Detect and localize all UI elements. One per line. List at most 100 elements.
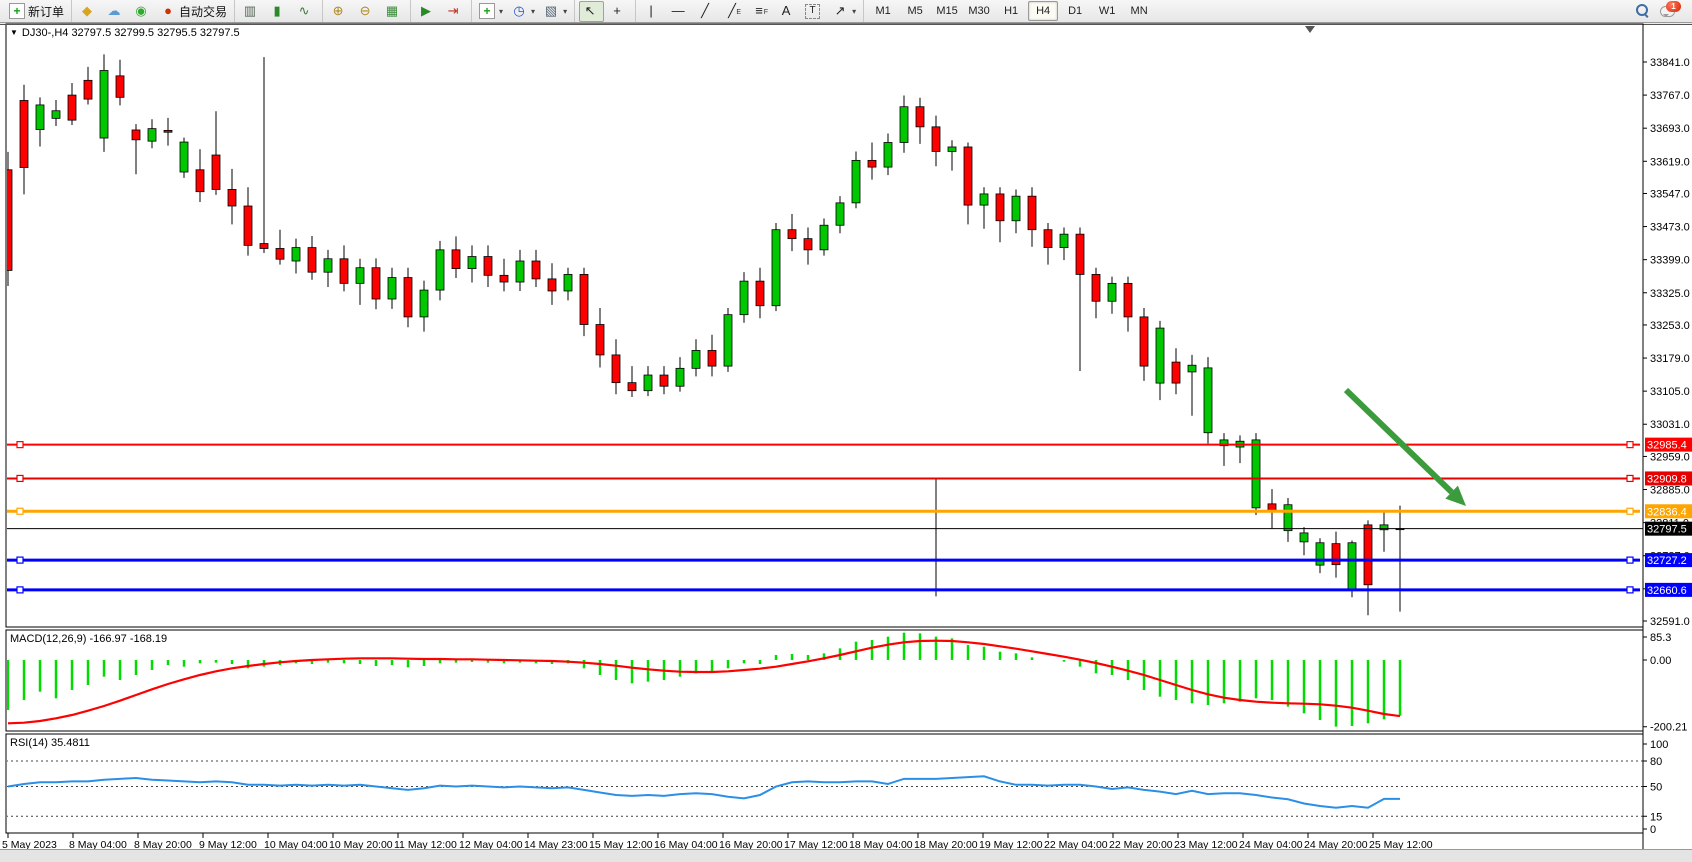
- auto-trading-button[interactable]: ●自动交易: [157, 1, 230, 22]
- chat-icon[interactable]: 1: [1660, 3, 1678, 19]
- candle-body: [68, 95, 76, 120]
- bar-chart-mode-button[interactable]: ▥: [239, 1, 264, 22]
- cursor-button[interactable]: ↖: [579, 1, 604, 22]
- candle-body: [212, 155, 220, 189]
- chart-window-bg: [0, 24, 1692, 849]
- toolbar-group: ▥▮∿: [234, 0, 322, 22]
- candle-body: [788, 230, 796, 239]
- search-icon[interactable]: [1636, 4, 1650, 18]
- candle-body: [132, 130, 140, 140]
- cursor-icon: ↖: [582, 3, 598, 19]
- candle-body: [628, 383, 636, 391]
- candle-body: [1044, 230, 1052, 248]
- candle-body: [308, 248, 316, 273]
- candle-body: [1252, 440, 1260, 508]
- charts-cloud-button[interactable]: ☁: [103, 1, 128, 22]
- candle-body: [964, 147, 972, 205]
- candle-body: [724, 315, 732, 366]
- timeframe-h1-button[interactable]: H1: [996, 1, 1026, 21]
- candle-body: [180, 142, 188, 172]
- candle-body: [116, 76, 124, 97]
- candle-body: [692, 350, 700, 368]
- periods-button[interactable]: ◷▾: [508, 1, 538, 22]
- text-tool-button[interactable]: A: [775, 1, 800, 22]
- candle-body: [1092, 274, 1100, 301]
- candle-body: [1076, 234, 1084, 274]
- quotes-button[interactable]: ◆: [76, 1, 101, 22]
- candle-body: [580, 274, 588, 324]
- cloud-icon: ☁: [106, 3, 122, 19]
- candle-body: [340, 259, 348, 284]
- zoom-out-button[interactable]: ⊖: [354, 1, 379, 22]
- timeframe-w1-button[interactable]: W1: [1092, 1, 1122, 21]
- line-chart-mode-button[interactable]: ∿: [293, 1, 318, 22]
- candle-body: [52, 111, 60, 119]
- candle-body: [1316, 543, 1324, 565]
- candle-body: [740, 281, 748, 315]
- fibonacci-icon: ≡F: [751, 3, 767, 19]
- zoom-in-button[interactable]: ⊕: [327, 1, 352, 22]
- arrow-objects-button[interactable]: ↗▾: [829, 1, 859, 22]
- zoom-in-icon: ⊕: [330, 3, 346, 19]
- indicators-dropdown-icon[interactable]: ▾: [499, 7, 503, 16]
- signals-button[interactable]: ◉: [130, 1, 155, 22]
- toolbar: +新订单◆☁◉●自动交易▥▮∿⊕⊖▦▶⇥+▾◷▾▧▾↖+|—╱╱E≡FAT↗▾M…: [0, 0, 1692, 23]
- equidistant-channel-tool-button[interactable]: ╱E: [721, 1, 746, 22]
- y-axis-tick-label: 33841.0: [1650, 57, 1690, 69]
- toolbar-group: ↖+: [574, 0, 635, 22]
- crosshair-button[interactable]: +: [606, 1, 631, 22]
- timeframe-m1-button[interactable]: M1: [868, 1, 898, 21]
- vertical-line-icon: |: [643, 3, 659, 19]
- candlestick-mode-button[interactable]: ▮: [266, 1, 291, 22]
- chart-canvas[interactable]: 33841.033767.033693.033619.033547.033473…: [0, 0, 1692, 861]
- indicators-icon: +: [479, 3, 495, 19]
- horizontal-line-tool-button[interactable]: —: [667, 1, 692, 22]
- timeframe-m15-button[interactable]: M15: [932, 1, 962, 21]
- timeframe-mn-button[interactable]: MN: [1124, 1, 1154, 21]
- trendline-tool-button[interactable]: ╱: [694, 1, 719, 22]
- resistance-1-marker: [1627, 442, 1633, 448]
- fibonacci-tool-button[interactable]: ≡F: [748, 1, 773, 22]
- candle-body: [1348, 543, 1356, 590]
- timeframe-m30-button[interactable]: M30: [964, 1, 994, 21]
- auto-scroll-button[interactable]: ▶: [415, 1, 440, 22]
- candle-body: [388, 278, 396, 299]
- support-2-marker: [1627, 587, 1633, 593]
- horizontal-line-icon: —: [670, 3, 686, 19]
- candle-body: [36, 105, 44, 130]
- price-badge-label: 32836.4: [1647, 506, 1687, 518]
- templates-dropdown-icon[interactable]: ▾: [563, 7, 567, 16]
- symbol-dropdown-icon[interactable]: ▼: [10, 28, 18, 37]
- timeframe-h4-button[interactable]: H4: [1028, 1, 1058, 21]
- y-axis-tick-label: 33179.0: [1650, 353, 1690, 365]
- text-icon: A: [778, 3, 794, 19]
- pivot-orange-marker: [17, 508, 23, 514]
- text-label-tool-button[interactable]: T: [802, 1, 827, 22]
- candle-body: [1156, 328, 1164, 383]
- candle-body: [564, 274, 572, 291]
- timeframe-m5-button[interactable]: M5: [900, 1, 930, 21]
- tile-windows-button[interactable]: ▦: [381, 1, 406, 22]
- candle-body: [980, 194, 988, 205]
- search-handle: [1644, 13, 1649, 18]
- indicators-button[interactable]: +▾: [476, 1, 506, 22]
- vertical-line-tool-button[interactable]: |: [640, 1, 665, 22]
- timeframe-d1-button[interactable]: D1: [1060, 1, 1090, 21]
- chat-badge: 1: [1666, 1, 1681, 12]
- arrow-objects-dropdown-icon[interactable]: ▾: [852, 7, 856, 16]
- clock-icon: ◷: [511, 3, 527, 19]
- candle-body: [516, 261, 524, 282]
- chart-title: ▼DJ30-,H4 32797.5 32799.5 32795.5 32797.…: [10, 27, 240, 39]
- macd-axis-label: -200.21: [1650, 722, 1687, 734]
- candle-body: [660, 375, 668, 386]
- candle-body: [1012, 196, 1020, 221]
- toolbar-group: ◆ ☁ ◉ ●自动交易: [71, 0, 234, 22]
- candle-body: [324, 259, 332, 272]
- templates-button[interactable]: ▧▾: [540, 1, 570, 22]
- chart-shift-icon: ⇥: [445, 3, 461, 19]
- timeframe-group: M1M5M15M30H1H4D1W1MN: [863, 0, 1158, 22]
- signal-icon: ◉: [133, 3, 149, 19]
- new-order-button[interactable]: +新订单: [6, 1, 67, 22]
- chart-shift-button[interactable]: ⇥: [442, 1, 467, 22]
- periods-dropdown-icon[interactable]: ▾: [531, 7, 535, 16]
